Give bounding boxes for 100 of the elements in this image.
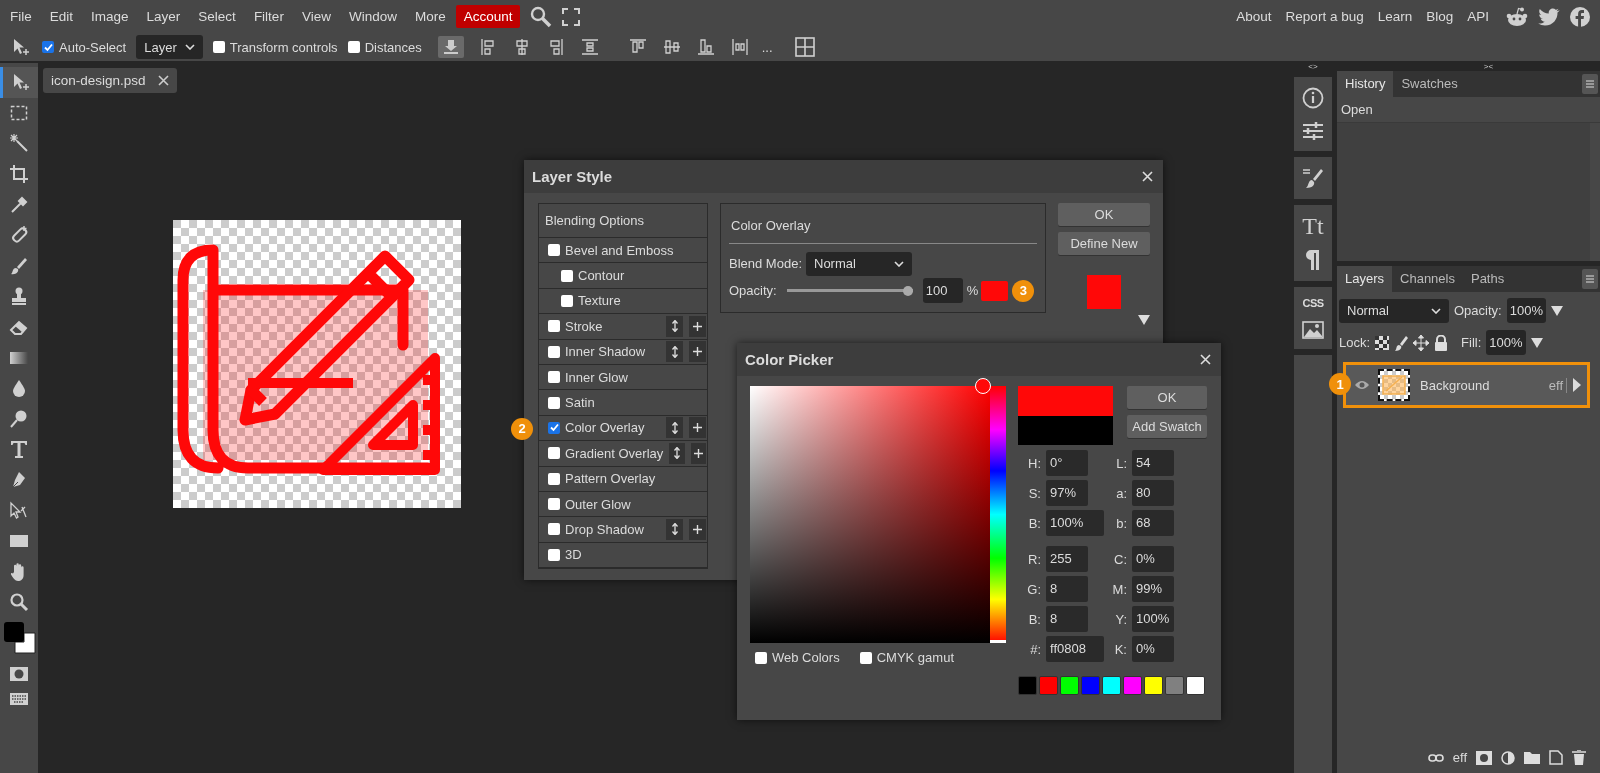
lock-move-icon[interactable] [1413, 334, 1430, 351]
more-options[interactable]: ... [761, 39, 773, 55]
color-swatch[interactable] [1102, 676, 1121, 695]
style-item[interactable]: Drop Shadow [539, 517, 707, 543]
dialog-button[interactable]: Add Swatch [1127, 415, 1207, 438]
foreground-color[interactable] [4, 621, 24, 642]
visibility-icon[interactable] [1354, 379, 1370, 391]
menu-item[interactable]: Image [83, 5, 137, 28]
reorder-button[interactable] [666, 315, 683, 337]
value-field[interactable]: 0% [1132, 546, 1174, 572]
checkbox[interactable] [561, 269, 573, 282]
checkbox[interactable] [548, 371, 560, 384]
menu-item[interactable]: File [2, 5, 40, 28]
header-link[interactable]: Learn [1370, 9, 1420, 24]
paragraph-icon[interactable] [1304, 249, 1322, 271]
css-label[interactable]: CSS [1302, 297, 1324, 309]
checkbox[interactable] [548, 548, 560, 561]
checkbox[interactable] [859, 651, 872, 664]
target-select[interactable]: Layer [136, 35, 203, 59]
checkbox[interactable] [548, 472, 560, 485]
effects-button[interactable]: eff [1452, 750, 1467, 765]
value-field[interactable]: 0° [1046, 450, 1088, 476]
menu-item[interactable]: Filter [245, 5, 292, 28]
dialog-button[interactable]: Define New [1058, 232, 1150, 255]
color-swatch[interactable] [1165, 676, 1184, 695]
panel-tab[interactable]: Paths [1462, 266, 1513, 292]
quick-mask-icon[interactable] [9, 665, 29, 682]
style-item[interactable]: Gradient Overlay [539, 441, 707, 467]
style-item[interactable]: Texture [539, 288, 707, 315]
align-icon[interactable] [661, 37, 682, 57]
close-icon[interactable] [1142, 171, 1153, 182]
add-button[interactable] [690, 442, 706, 464]
color-swatch[interactable] [1018, 676, 1037, 695]
dropdown-arrow-icon[interactable] [1530, 337, 1543, 348]
checkbox[interactable] [548, 396, 560, 409]
lock-brush-icon[interactable] [1394, 334, 1409, 351]
color-handle[interactable] [974, 378, 991, 394]
style-item[interactable]: Satin [539, 390, 707, 416]
value-field[interactable]: 80 [1132, 480, 1174, 506]
panel-menu-button[interactable] [1582, 74, 1598, 94]
close-icon[interactable] [157, 75, 169, 86]
style-item[interactable]: Bevel and Emboss [539, 238, 707, 264]
new-layer-icon[interactable] [1549, 750, 1563, 765]
saturation-brightness-field[interactable] [750, 386, 990, 643]
panel-tab[interactable]: History [1337, 71, 1394, 97]
checkbox[interactable] [755, 651, 767, 664]
effects-indicator[interactable]: eff [1548, 377, 1567, 393]
lock-transparency-icon[interactable] [1375, 335, 1390, 350]
add-button[interactable] [689, 417, 706, 439]
menu-item[interactable]: Window [340, 5, 405, 28]
link-icon[interactable] [1427, 752, 1444, 763]
header-link[interactable]: Blog [1419, 9, 1461, 24]
style-item[interactable]: Inner Glow [539, 364, 707, 391]
add-button[interactable] [689, 315, 706, 337]
value-field[interactable]: ff0808 [1046, 636, 1104, 662]
menu-item[interactable]: Edit [41, 5, 82, 28]
value-field[interactable]: 0% [1132, 636, 1174, 662]
download-button[interactable] [437, 36, 464, 58]
value-field[interactable]: 8 [1046, 576, 1088, 602]
hue-slider[interactable] [990, 386, 1006, 643]
value-field[interactable]: 54 [1132, 450, 1174, 476]
checkbox[interactable] [548, 447, 560, 460]
opacity-field[interactable]: 100 [922, 278, 963, 303]
checkbox[interactable] [548, 320, 560, 333]
opacity-field[interactable]: 100% [1506, 298, 1546, 323]
checkbox[interactable] [347, 41, 360, 53]
document-tab[interactable]: icon-design.psd [43, 68, 177, 93]
reorder-button[interactable] [666, 341, 683, 363]
header-link[interactable]: API [1460, 9, 1496, 24]
adjustment-layer-icon[interactable] [1501, 750, 1515, 765]
fill-field[interactable]: 100% [1486, 330, 1526, 355]
overlay-color-swatch[interactable] [981, 280, 1009, 301]
bird-icon[interactable] [1538, 7, 1560, 26]
align-icon[interactable] [695, 37, 716, 57]
lock-icon[interactable] [1434, 334, 1449, 351]
menu-item[interactable]: Select [190, 5, 244, 28]
blend-mode-select[interactable]: Normal [806, 251, 912, 276]
header-link[interactable]: Report a bug [1278, 9, 1371, 24]
checkbox[interactable] [212, 41, 225, 53]
panel-menu-button[interactable] [1582, 269, 1598, 289]
color-swatch[interactable] [1186, 676, 1205, 695]
align-icon[interactable] [579, 37, 600, 57]
value-field[interactable]: 100% [1132, 606, 1174, 632]
image-icon[interactable] [1302, 321, 1324, 339]
value-field[interactable]: 68 [1132, 510, 1174, 536]
value-field[interactable]: 100% [1046, 510, 1104, 536]
color-swatch[interactable] [1039, 676, 1058, 695]
blend-mode-select[interactable]: Normal [1339, 298, 1449, 323]
folder-icon[interactable] [1524, 751, 1540, 764]
dropdown-arrow-icon[interactable] [1550, 305, 1563, 316]
color-swatch[interactable] [1060, 676, 1079, 695]
checkbox[interactable] [548, 244, 560, 257]
panel-tab[interactable]: Layers [1337, 266, 1393, 292]
menu-item[interactable]: Layer [138, 5, 189, 28]
color-swatch[interactable] [1123, 676, 1142, 695]
blending-options-item[interactable]: Blending Options [539, 204, 707, 238]
adjustments-icon[interactable] [1302, 121, 1324, 141]
menu-item[interactable]: View [293, 5, 339, 28]
character-icon[interactable]: Tt [1302, 215, 1324, 237]
value-field[interactable]: 97% [1046, 480, 1088, 506]
